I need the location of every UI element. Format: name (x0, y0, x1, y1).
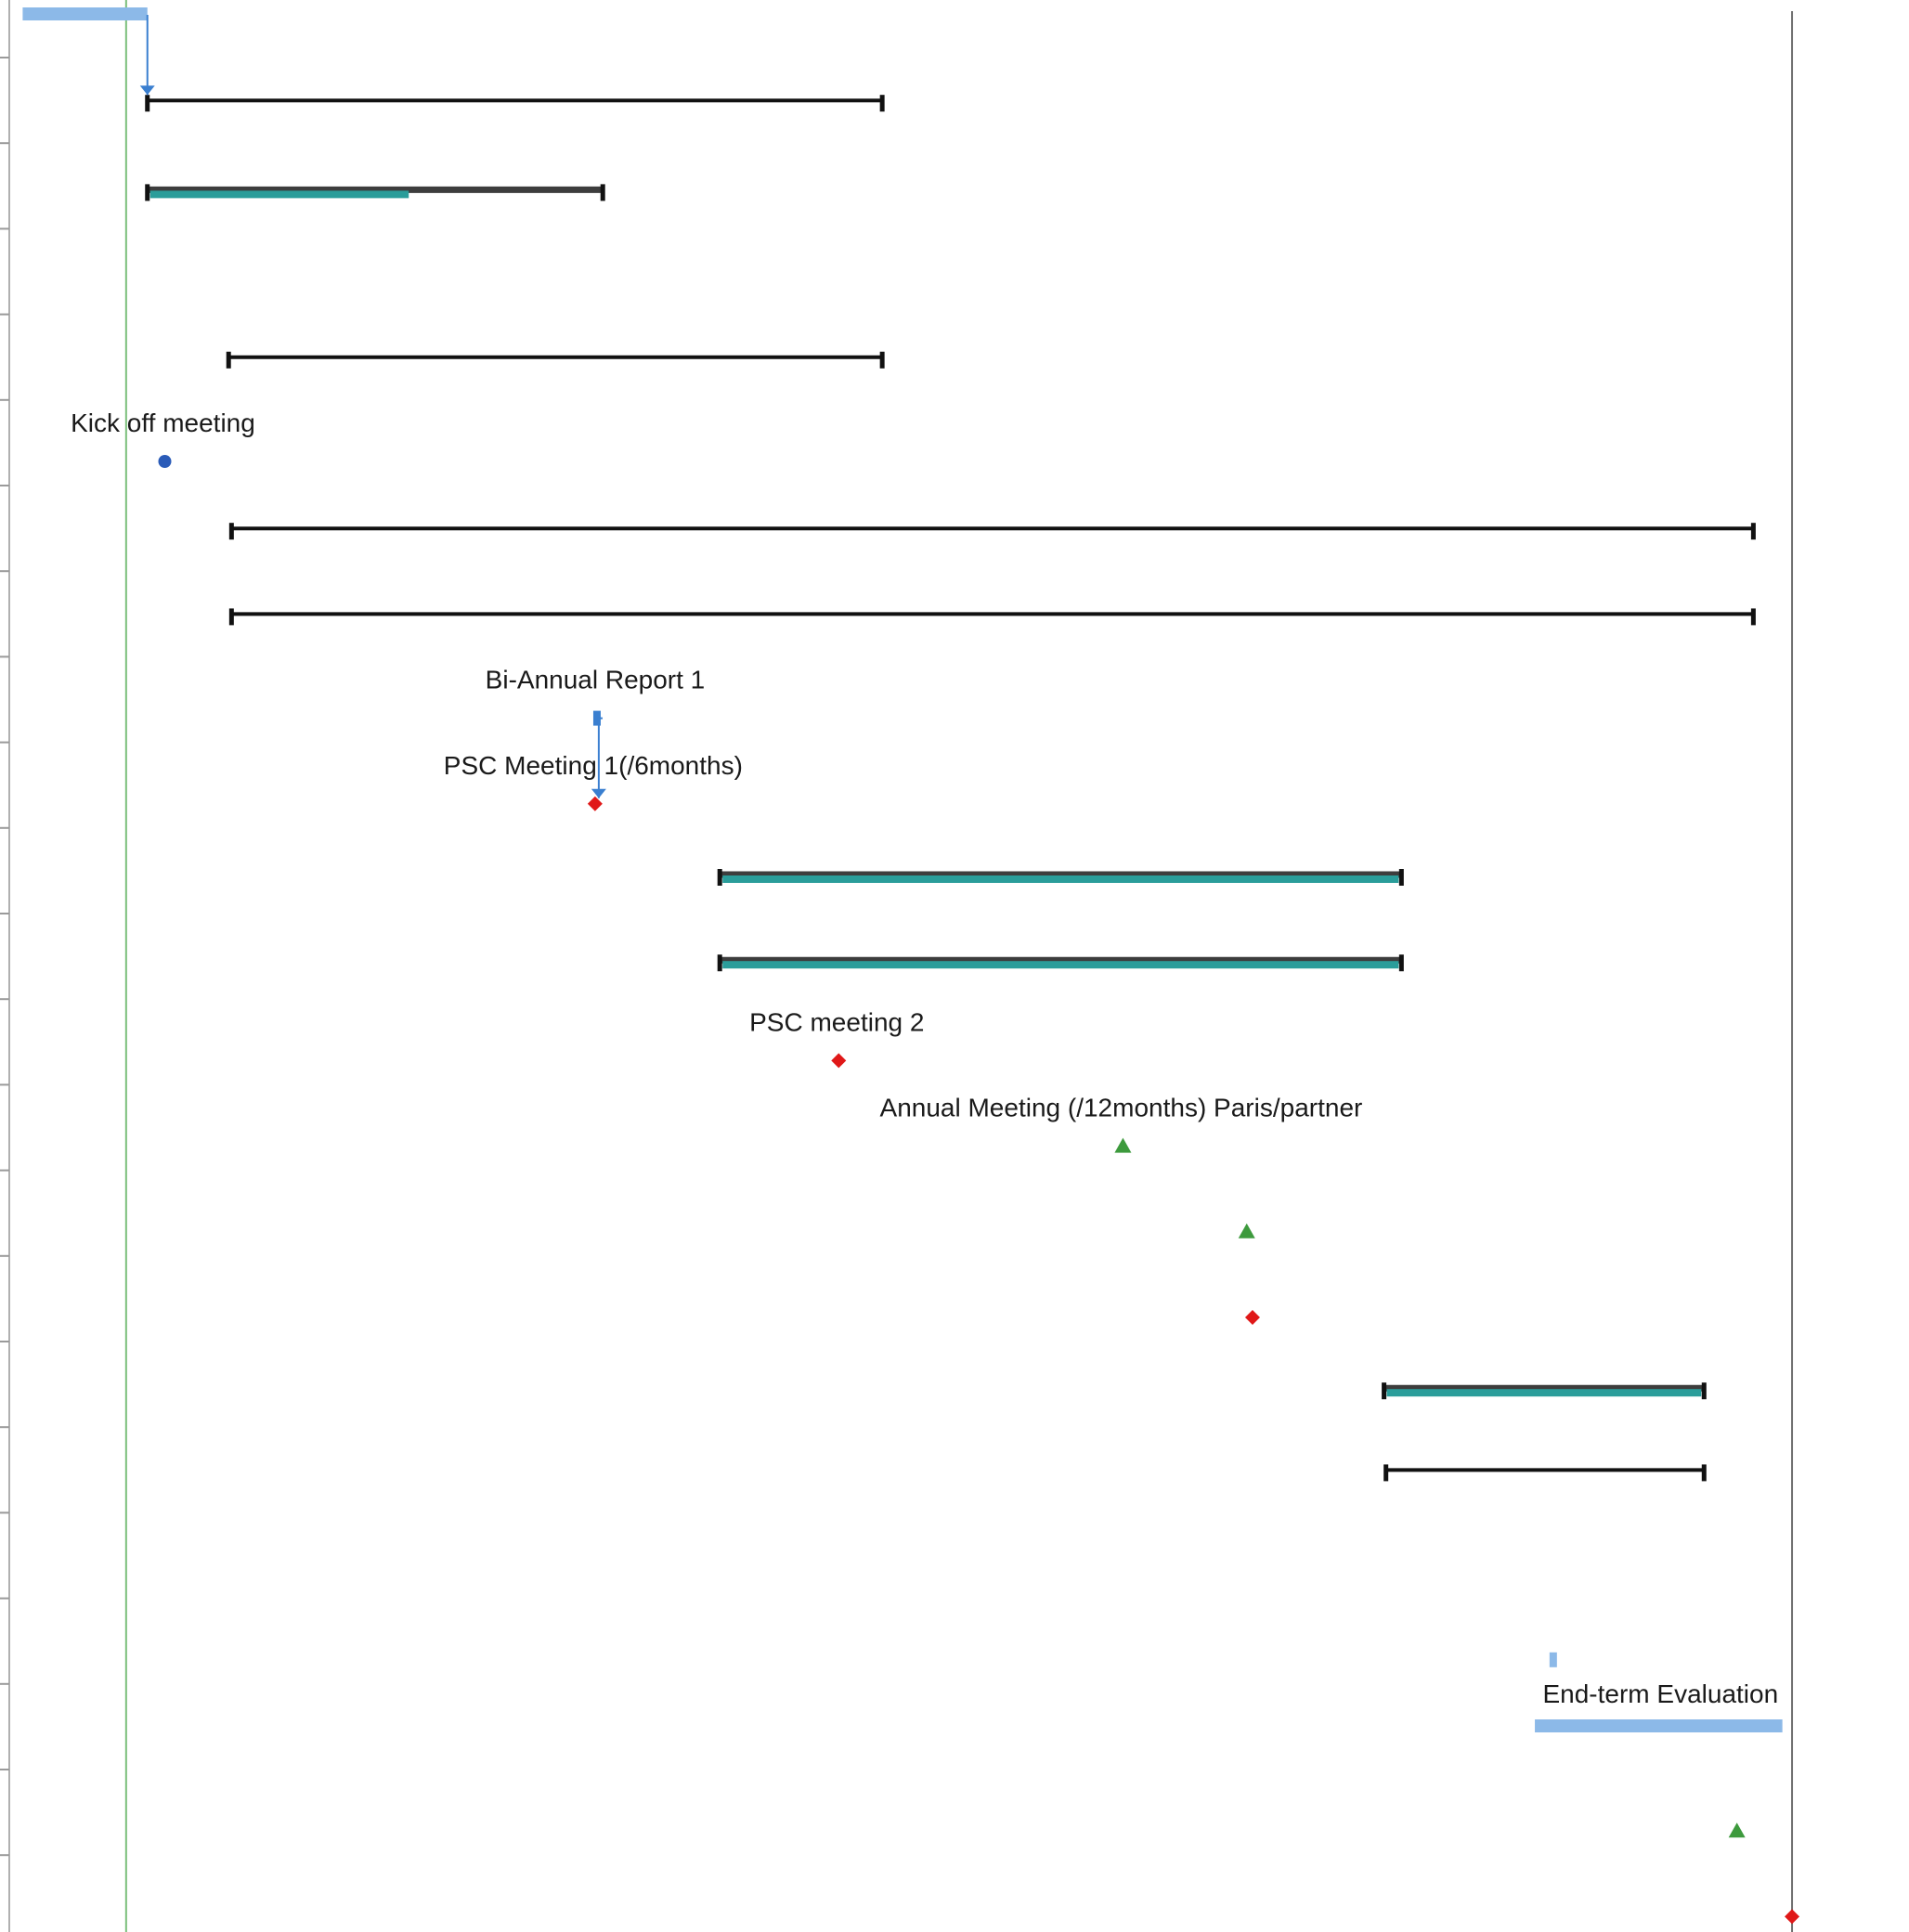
milestone-label: PSC Meeting 1(/6months) (444, 751, 743, 780)
gantt-chart: Kick off meeting Bi-Annual Report 1 PSC Me… (0, 0, 1800, 1932)
milestone-triangle (1728, 1822, 1746, 1838)
milestone-triangle (1114, 1137, 1132, 1153)
milestone-label: PSC meeting 2 (749, 1007, 924, 1036)
milestone-circle (158, 455, 172, 468)
progress-bar (149, 190, 409, 199)
milestone-tick (1549, 1652, 1557, 1667)
milestone-label: Kick off meeting (71, 408, 255, 437)
task-bar (22, 7, 148, 20)
chart-labels: Kick off meeting Bi-Annual Report 1 PSC Me… (71, 408, 1778, 1708)
progress-bar (722, 961, 1399, 969)
dependency-arrowhead (591, 788, 606, 798)
progress-bar (722, 875, 1399, 883)
milestone-diamond (1244, 1310, 1260, 1325)
chart-bars (22, 7, 1800, 1925)
dependency-arrowhead (139, 85, 155, 96)
milestone-diamond (831, 1053, 847, 1069)
milestone-label: Annual Meeting (/12months) Paris/partner (880, 1094, 1363, 1122)
milestone-diamond (587, 796, 603, 811)
milestone-label: End-term Evaluation (1542, 1679, 1778, 1708)
task-bar (1535, 1719, 1783, 1732)
milestone-label: Bi-Annual Report 1 (486, 666, 706, 694)
milestone-triangle (1238, 1223, 1255, 1238)
milestone-diamond (1785, 1909, 1800, 1925)
progress-bar (1386, 1389, 1702, 1397)
